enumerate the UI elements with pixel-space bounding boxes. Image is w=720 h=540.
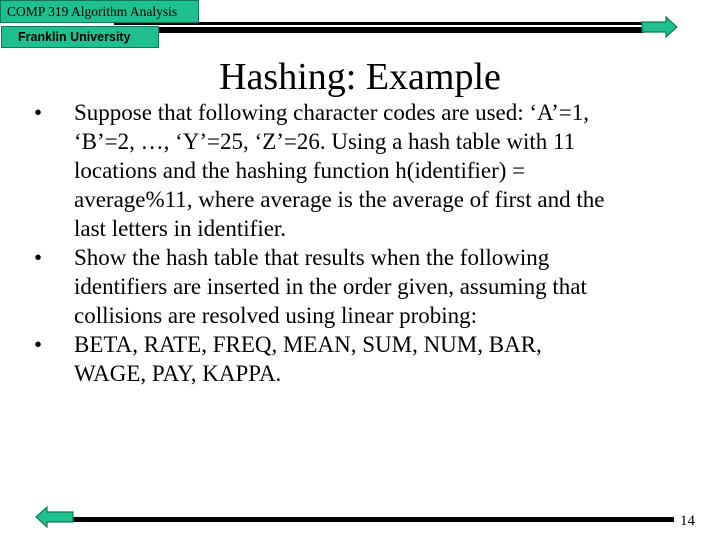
left-arrow-icon [35,506,74,528]
page-number: 14 [680,513,695,529]
header-divider [114,22,644,33]
bullet-marker: • [33,245,43,270]
bullet-list: • Suppose that following character codes… [28,98,668,388]
school-label: Franklin University [1,26,159,48]
footer-divider [72,517,674,522]
bullet-marker: • [33,332,43,357]
bullet-item: • BETA, RATE, FREQ, MEAN, SUM, NUM, BAR,… [28,330,668,388]
bullet-item: • Show the hash table that results when … [28,243,668,330]
bullet-marker: • [33,100,43,125]
right-arrow-icon [641,16,678,38]
course-label: COMP 319 Algorithm Analysis [0,0,199,23]
bullet-text: BETA, RATE, FREQ, MEAN, SUM, NUM, BAR, W… [74,332,542,386]
bullet-text: Suppose that following character codes a… [74,100,605,241]
bullet-item: • Suppose that following character codes… [28,98,668,243]
next-slide-button[interactable] [641,16,679,38]
header-divider-thick-line [114,27,644,33]
bullet-text: Show the hash table that results when th… [74,245,587,328]
slide-title: Hashing: Example [0,54,720,100]
slide-title-text: Hashing: Example [219,56,501,98]
previous-slide-button[interactable] [34,506,74,528]
